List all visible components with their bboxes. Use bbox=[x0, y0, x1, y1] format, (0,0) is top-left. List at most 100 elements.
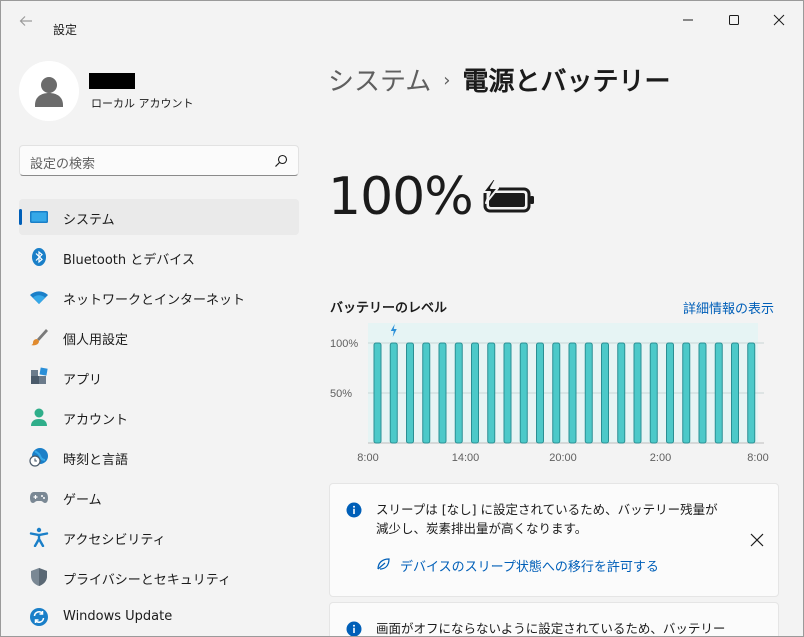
chart-bar bbox=[633, 342, 642, 444]
details-link[interactable]: 詳細情報の表示 bbox=[683, 298, 774, 317]
x-tick-label: 8:00 bbox=[357, 452, 378, 464]
page-title: 電源とバッテリー bbox=[462, 67, 671, 97]
apps-icon bbox=[29, 367, 49, 387]
chart-bar bbox=[617, 342, 626, 444]
breadcrumb-parent[interactable]: システム bbox=[328, 67, 431, 97]
sidebar-item-apps[interactable]: アプリ bbox=[19, 359, 299, 395]
chart-bar bbox=[584, 342, 593, 444]
monitor-icon bbox=[29, 207, 49, 227]
x-tick-label: 14:00 bbox=[452, 452, 480, 464]
globe-clock-icon bbox=[29, 447, 49, 467]
app-title: 設定 bbox=[53, 23, 78, 37]
sidebar-item-accounts[interactable]: アカウント bbox=[19, 399, 299, 435]
battery-percent: 100% bbox=[328, 167, 474, 227]
sidebar-item-privacy-security[interactable]: プライバシーとセキュリティ bbox=[19, 559, 299, 595]
bluetooth-icon bbox=[29, 247, 49, 267]
breadcrumb: システム › 電源とバッテリー bbox=[328, 61, 670, 98]
chart-bar bbox=[552, 342, 561, 444]
leaf-moon-icon bbox=[377, 558, 390, 570]
sidebar-item-label: アカウント bbox=[63, 413, 129, 428]
y-tick-label: 100% bbox=[330, 338, 358, 350]
sidebar-item-label: ネットワークとインターネット bbox=[63, 293, 246, 308]
sidebar-item-label: アクセシビリティ bbox=[63, 533, 166, 548]
sidebar-item-label: 個人用設定 bbox=[63, 333, 129, 348]
chart-bar bbox=[487, 342, 496, 444]
chart-bar bbox=[568, 342, 577, 444]
battery-level-title: バッテリーのレベル bbox=[330, 301, 448, 316]
maximize-button[interactable] bbox=[723, 9, 745, 31]
chart-bar bbox=[698, 342, 707, 444]
close-icon bbox=[773, 14, 785, 26]
chart-bar bbox=[666, 342, 674, 444]
sidebar-item-label: Bluetooth とデバイス bbox=[63, 253, 195, 268]
arrow-left-icon bbox=[19, 16, 32, 26]
sidebar-item-personalization[interactable]: 個人用設定 bbox=[19, 319, 299, 355]
chart-bar bbox=[438, 342, 447, 444]
minimize-button[interactable] bbox=[677, 9, 699, 31]
x-tick-label: 20:00 bbox=[549, 452, 577, 464]
chart-bar bbox=[747, 342, 756, 444]
person-icon bbox=[29, 407, 49, 427]
chart-bar bbox=[422, 342, 431, 444]
sidebar-item-windows-update[interactable]: Windows Update bbox=[19, 599, 299, 635]
x-tick-label: 2:00 bbox=[650, 452, 671, 464]
breadcrumb-separator: › bbox=[443, 70, 451, 91]
shield-icon bbox=[29, 567, 49, 587]
info-icon bbox=[346, 621, 362, 636]
back-button[interactable] bbox=[15, 13, 37, 31]
sidebar-item-time-language[interactable]: 時刻と言語 bbox=[19, 439, 299, 475]
maximize-icon bbox=[729, 15, 739, 25]
chart-bar bbox=[536, 342, 544, 444]
search-input[interactable]: 設定の検索 bbox=[30, 153, 95, 172]
sidebar-item-label: システム bbox=[63, 213, 115, 228]
chart-bar bbox=[519, 342, 528, 444]
sleep-info-text: スリープは [なし] に設定されているため、バッテリー残量が減少し、炭素排出量が… bbox=[376, 502, 718, 536]
sleep-info-card: スリープは [なし] に設定されているため、バッテリー残量が減少し、炭素排出量が… bbox=[329, 483, 779, 597]
sidebar-item-accessibility[interactable]: アクセシビリティ bbox=[19, 519, 299, 555]
avatar bbox=[19, 61, 79, 121]
minimize-icon bbox=[683, 19, 693, 21]
person-avatar-icon bbox=[19, 61, 79, 121]
wifi-icon bbox=[29, 287, 49, 307]
sidebar-item-gaming[interactable]: ゲーム bbox=[19, 479, 299, 515]
sidebar-item-bluetooth[interactable]: Bluetooth とデバイス bbox=[19, 239, 299, 275]
accessibility-icon bbox=[29, 527, 49, 548]
sidebar-item-label: アプリ bbox=[63, 373, 103, 388]
chart-bar bbox=[373, 342, 382, 444]
settings-window: 設定 ローカル アカウント 設定の検索 システム Bluetooth とデバイス… bbox=[0, 0, 804, 637]
x-tick-label: 8:00 bbox=[747, 452, 768, 464]
sidebar-item-label: 時刻と言語 bbox=[63, 453, 129, 468]
chart-bar bbox=[471, 342, 479, 444]
dismiss-icon[interactable] bbox=[749, 532, 765, 548]
chart-bar bbox=[406, 342, 414, 444]
chart-bar bbox=[682, 342, 691, 444]
screen-info-text: 画面がオフにならないように設定されているため、バッテリーの寿 bbox=[376, 621, 726, 636]
search-box[interactable]: 設定の検索 bbox=[19, 145, 299, 176]
chart-bar bbox=[503, 342, 512, 444]
title-bar: 設定 bbox=[1, 1, 803, 41]
chart-bar bbox=[454, 342, 463, 444]
y-tick-label: 50% bbox=[330, 388, 352, 400]
screen-info-card: 画面がオフにならないように設定されているため、バッテリーの寿 bbox=[329, 602, 779, 636]
battery-level-chart: 100% 50% 8:00 14:00 20:00 2:00 8:00 bbox=[328, 319, 778, 469]
close-button[interactable] bbox=[768, 9, 790, 31]
sidebar-item-network[interactable]: ネットワークとインターネット bbox=[19, 279, 299, 315]
sidebar-item-system[interactable]: システム bbox=[19, 199, 299, 235]
chart-bar bbox=[714, 342, 723, 444]
sidebar-item-label: プライバシーとセキュリティ bbox=[63, 573, 231, 588]
chart-bar bbox=[731, 342, 739, 444]
info-icon bbox=[346, 502, 362, 518]
allow-sleep-link[interactable]: デバイスのスリープ状態への移行を許可する bbox=[400, 556, 659, 575]
sidebar-nav: システム Bluetooth とデバイス ネットワークとインターネット 個人用設… bbox=[19, 199, 299, 636]
user-name-redacted bbox=[89, 73, 135, 89]
sidebar-item-label: ゲーム bbox=[63, 493, 102, 508]
search-icon bbox=[275, 154, 288, 167]
battery-chart-svg: 100% 50% 8:00 14:00 20:00 2:00 8:00 bbox=[330, 323, 769, 464]
battery-charging-icon bbox=[482, 179, 534, 213]
sidebar-item-label: Windows Update bbox=[63, 609, 173, 624]
chart-bar bbox=[649, 342, 658, 444]
chart-bar bbox=[389, 342, 398, 444]
paintbrush-icon bbox=[29, 327, 49, 347]
gamepad-icon bbox=[29, 487, 49, 507]
sync-icon bbox=[29, 607, 49, 627]
